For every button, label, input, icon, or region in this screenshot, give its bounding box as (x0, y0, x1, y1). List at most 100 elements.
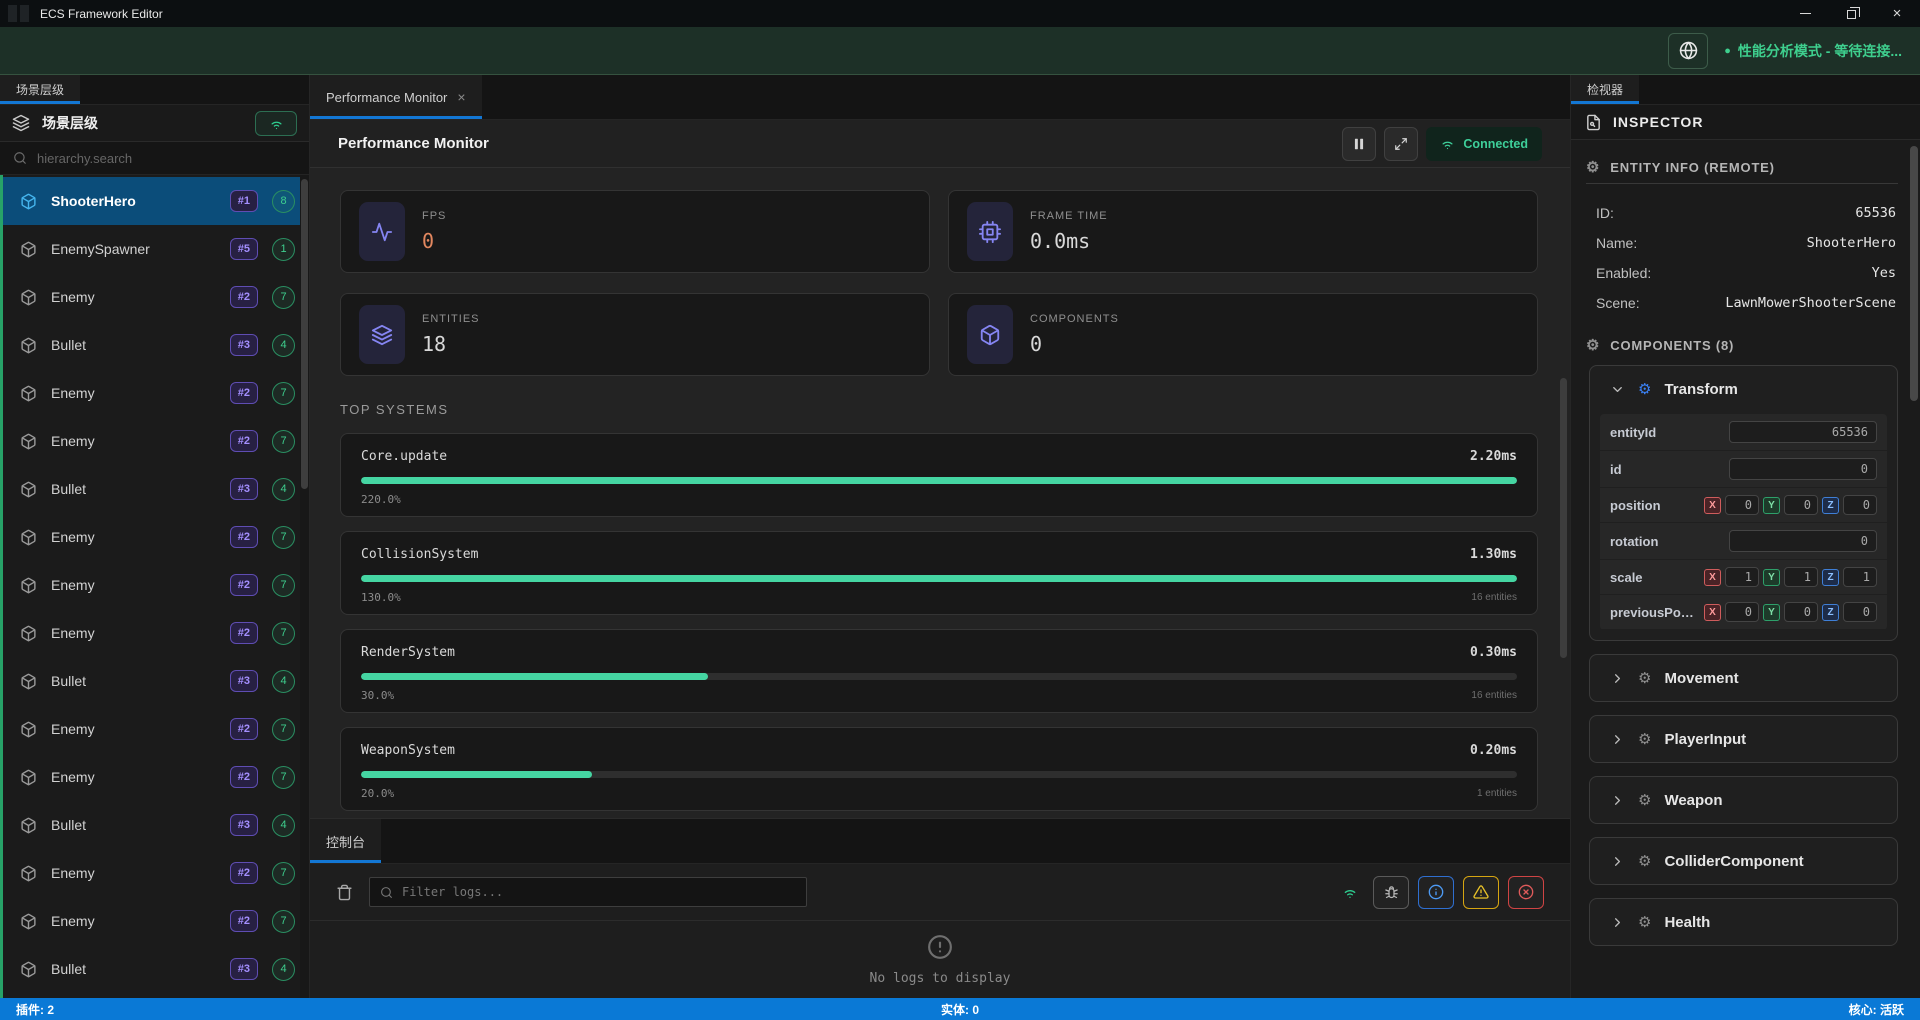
entity-component-count-badge: 7 (272, 430, 295, 453)
statusbar: 插件: 2 实体: 0 核心: 活跃 (0, 998, 1920, 1020)
hierarchy-row[interactable]: ShooterHero #1 8 (3, 177, 309, 225)
entity-name: Enemy (51, 769, 216, 785)
hierarchy-row[interactable]: Enemy #2 7 (3, 753, 309, 801)
entity-component-count-badge: 7 (272, 862, 295, 885)
chevron-right-icon (1610, 671, 1625, 686)
vec3-y-input[interactable]: 0 (1784, 495, 1818, 515)
vec3-x-input[interactable]: 0 (1725, 602, 1759, 622)
hierarchy-row[interactable]: Enemy #2 7 (3, 417, 309, 465)
system-bar-fill (361, 477, 1517, 484)
content-scrollbar[interactable] (1560, 168, 1568, 818)
system-card: RenderSystem 0.30ms 30.0% 16 entities (340, 629, 1538, 713)
single-input[interactable]: 0 (1729, 458, 1877, 480)
component-card: ⚙ ColliderComponent (1589, 837, 1898, 885)
hierarchy-row[interactable]: Bullet #3 4 (3, 657, 309, 705)
globe-icon (1679, 41, 1698, 60)
entity-component-count-badge: 4 (272, 814, 295, 837)
hierarchy-row[interactable]: Enemy #2 7 (3, 513, 309, 561)
entity-id-badge: #5 (230, 238, 258, 260)
menu-item[interactable] (46, 45, 74, 57)
entity-id-badge: #2 (230, 766, 258, 788)
component-card: ⚙ Weapon (1589, 776, 1898, 824)
single-input[interactable]: 0 (1729, 530, 1877, 552)
hierarchy-row[interactable]: EnemySpawner #5 1 (3, 225, 309, 273)
hierarchy-list: ShooterHero #1 8 EnemySpawner #5 1 Enemy… (0, 175, 309, 998)
property-row: id 0 (1600, 451, 1887, 488)
hierarchy-row[interactable]: Bullet #3 4 (3, 321, 309, 369)
menu-item[interactable] (130, 45, 158, 57)
menu-item[interactable] (18, 45, 46, 57)
language-globe-button[interactable] (1668, 33, 1708, 69)
hierarchy-row[interactable]: Enemy #2 7 (3, 273, 309, 321)
entity-name: Bullet (51, 337, 216, 353)
restore-icon (1847, 10, 1856, 19)
field-label: Scene: (1596, 295, 1640, 311)
log-level-debug-button[interactable] (1373, 876, 1409, 909)
component-header[interactable]: ⚙ Health (1590, 899, 1897, 945)
inspector-scrollbar[interactable] (1910, 140, 1919, 998)
expand-button[interactable] (1384, 127, 1418, 161)
close-button[interactable]: × (1874, 0, 1920, 27)
menu-item[interactable] (102, 45, 130, 57)
menu-item[interactable] (74, 45, 102, 57)
tab-inspector[interactable]: 检视器 (1571, 75, 1639, 104)
vec3-z-input[interactable]: 0 (1843, 602, 1877, 622)
tab-hierarchy[interactable]: 场景层级 (0, 75, 80, 104)
vec3-group: X 0 Y 0 Z 0 (1704, 495, 1877, 515)
system-bar-fill (361, 575, 1517, 582)
single-input[interactable]: 65536 (1729, 421, 1877, 443)
hierarchy-row[interactable]: Bullet #3 4 (3, 465, 309, 513)
vec3-x-input[interactable]: 1 (1725, 567, 1759, 587)
minimize-button[interactable] (1782, 0, 1828, 27)
center-panel: Performance Monitor × Performance Monito… (310, 75, 1570, 998)
hierarchy-row[interactable]: Enemy #2 7 (3, 561, 309, 609)
search-icon (380, 886, 393, 899)
pause-button[interactable] (1342, 127, 1376, 161)
field-label: Enabled: (1596, 265, 1651, 281)
tab-close-icon[interactable]: × (457, 89, 465, 105)
component-header[interactable]: ⚙ PlayerInput (1590, 716, 1897, 762)
log-level-warning-button[interactable] (1463, 876, 1499, 909)
vec3-group: X 1 Y 1 Z 1 (1704, 567, 1877, 587)
system-progress-track (361, 673, 1517, 680)
metric-label: FPS (422, 210, 446, 222)
tab-performance-monitor[interactable]: Performance Monitor × (310, 75, 482, 119)
hierarchy-scrollbar[interactable] (300, 175, 309, 998)
console-wifi-icon (1342, 884, 1358, 900)
component-header[interactable]: ⚙ Weapon (1590, 777, 1897, 823)
warning-triangle-icon (1473, 884, 1489, 900)
vec3-y-input[interactable]: 0 (1784, 602, 1818, 622)
hierarchy-row[interactable]: Enemy #2 7 (3, 609, 309, 657)
component-header[interactable]: ⚙ Movement (1590, 655, 1897, 701)
entity-cube-icon (20, 721, 37, 738)
metric-value: 18 (422, 332, 480, 356)
metric-card: FPS 0 (340, 190, 930, 273)
component-header[interactable]: ⚙ Transform (1590, 366, 1897, 412)
log-level-error-button[interactable] (1508, 876, 1544, 909)
hierarchy-row[interactable]: Enemy #2 7 (3, 705, 309, 753)
log-level-info-button[interactable] (1418, 876, 1454, 909)
component-header[interactable]: ⚙ ColliderComponent (1590, 838, 1897, 884)
inspector-panel: 检视器 INSPECTOR ⚙ ENTITY INFO (REMOTE) ID: (1570, 75, 1920, 998)
hierarchy-row[interactable]: Enemy #2 7 (3, 897, 309, 945)
performance-monitor-header: Performance Monitor Connected (310, 120, 1570, 168)
vec3-x-input[interactable]: 0 (1725, 495, 1759, 515)
metric-value: 0.0ms (1030, 229, 1108, 253)
metric-card: COMPONENTS 0 (948, 293, 1538, 376)
vec3-z-input[interactable]: 1 (1843, 567, 1877, 587)
vec3-z-input[interactable]: 0 (1843, 495, 1877, 515)
hierarchy-row[interactable]: Enemy #2 7 (3, 849, 309, 897)
clear-logs-trash-icon[interactable] (336, 884, 353, 901)
hierarchy-row[interactable]: Bullet #3 4 (3, 801, 309, 849)
entity-component-count-badge: 7 (272, 766, 295, 789)
hierarchy-row[interactable]: Bullet #3 4 (3, 945, 309, 993)
performance-monitor-content: FPS 0 FRAME TIME (310, 168, 1570, 818)
vec3-y-input[interactable]: 1 (1784, 567, 1818, 587)
hierarchy-search-input[interactable]: hierarchy.search (0, 142, 309, 175)
hierarchy-row[interactable]: Enemy #2 7 (3, 369, 309, 417)
axis-z-badge: Z (1822, 569, 1839, 586)
tab-console[interactable]: 控制台 (310, 819, 381, 863)
restore-button[interactable] (1828, 0, 1874, 27)
filter-logs-input[interactable]: Filter logs... (369, 877, 807, 907)
hierarchy-remote-toggle[interactable] (255, 111, 297, 136)
